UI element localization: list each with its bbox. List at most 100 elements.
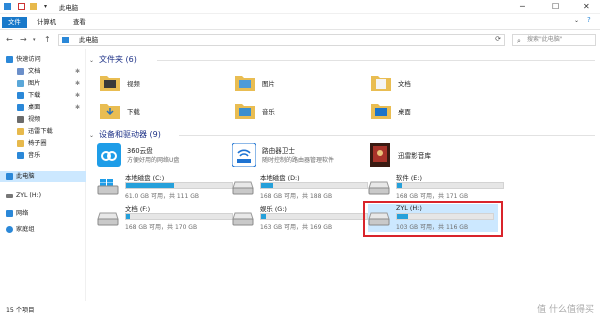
item-count: 15 个项目 — [6, 307, 35, 314]
chevron-down-icon[interactable]: ⌄ — [89, 57, 94, 64]
new-folder-icon[interactable] — [30, 3, 37, 10]
drive-usage-bar — [125, 213, 233, 220]
sidebar-item-music[interactable]: 音乐 — [0, 150, 86, 161]
sidebar-item-network[interactable]: 网络 — [0, 208, 86, 219]
documents-folder-icon — [371, 76, 391, 91]
drive-item-d[interactable]: 本地磁盘 (D:) 168 GB 可用，共 188 GB — [232, 173, 368, 201]
videos-folder-icon — [100, 76, 120, 91]
media-library-icon — [370, 143, 390, 167]
customize-toolbar-icon[interactable]: ▾ — [44, 3, 47, 10]
sidebar-item-label: 下载 — [28, 92, 41, 99]
maximize-button[interactable]: ☐ — [552, 2, 559, 11]
sidebar-item-homegroup[interactable]: 家庭组 — [0, 224, 86, 235]
forward-button[interactable]: → — [20, 35, 27, 44]
folder-item-desktop[interactable]: 桌面 — [370, 99, 500, 123]
section-divider — [179, 135, 595, 136]
drive-item-c[interactable]: 本地磁盘 (C:) 61.0 GB 可用，共 111 GB — [97, 173, 233, 201]
address-path[interactable]: 此电脑 — [79, 36, 98, 45]
drive-usage-fill — [261, 183, 273, 188]
device-item-360-cloud[interactable]: 360云盘 方便好用的网络U盘 — [97, 141, 237, 169]
folder-label: 视频 — [127, 80, 140, 88]
computer-icon — [6, 173, 13, 180]
device-item-router-guard[interactable]: 路由器卫士 随时控制的路由器管理软件 — [232, 141, 372, 169]
sidebar-item-downloads[interactable]: 下载 ✱ — [0, 90, 86, 101]
device-name: 360云盘 — [127, 147, 153, 155]
drive-name: 软件 (E:) — [396, 174, 422, 182]
pin-icon[interactable]: ✱ — [75, 66, 80, 77]
desktop-icon — [17, 104, 24, 111]
music-folder-icon — [235, 104, 255, 119]
devices-section-title[interactable]: 设备和驱动器 (9) — [99, 129, 161, 140]
section-divider — [157, 60, 595, 61]
pin-icon[interactable]: ✱ — [75, 102, 80, 113]
recent-dropdown-icon[interactable]: ▾ — [33, 37, 36, 43]
expand-ribbon-icon[interactable]: ⌄ — [574, 17, 579, 24]
chevron-down-icon[interactable]: ⌄ — [89, 132, 94, 139]
folder-label: 下载 — [127, 108, 140, 116]
drive-size: 168 GB 可用，共 171 GB — [396, 193, 469, 200]
video-icon — [17, 116, 24, 123]
sidebar-item-this-pc[interactable]: 此电脑 — [0, 171, 86, 182]
site-watermark: 值 什么值得买 — [537, 305, 594, 315]
drive-item-e[interactable]: 软件 (E:) 168 GB 可用，共 171 GB — [368, 173, 504, 201]
folder-icon — [17, 140, 24, 147]
refresh-button[interactable]: ⟳ — [495, 35, 501, 43]
folder-item-pictures[interactable]: 图片 — [234, 71, 364, 95]
sidebar-item-videos[interactable]: 视频 — [0, 114, 86, 125]
folder-item-music[interactable]: 音乐 — [234, 99, 364, 123]
sidebar-item-quick-access[interactable]: 快速访问 — [0, 54, 86, 65]
sidebar-item-zyl-drive[interactable]: ZYL (H:) — [0, 190, 86, 201]
drive-usage-bar — [260, 213, 368, 220]
drive-usage-bar — [125, 182, 233, 189]
navigation-pane: 快速访问 文档 ✱ 图片 ✱ 下载 ✱ 桌面 ✱ 视频 迅雷下载 椅子圈 音乐 … — [0, 49, 86, 301]
drive-icon — [232, 212, 254, 226]
drive-item-g[interactable]: 娱乐 (G:) 163 GB 可用，共 169 GB — [232, 204, 368, 232]
sidebar-item-pictures[interactable]: 图片 ✱ — [0, 78, 86, 89]
sidebar-item-xunlei-downloads[interactable]: 迅雷下载 — [0, 126, 86, 137]
up-button[interactable]: ↑ — [44, 35, 51, 44]
folder-item-downloads[interactable]: 下载 — [99, 99, 229, 123]
sidebar-item-label: ZYL (H:) — [16, 192, 41, 199]
back-button[interactable]: ← — [6, 35, 13, 44]
drive-usage-fill — [397, 183, 403, 188]
sidebar-item-label: 文档 — [28, 68, 41, 75]
pin-icon[interactable]: ✱ — [75, 78, 80, 89]
sidebar-item-label: 图片 — [28, 80, 41, 87]
help-icon[interactable]: ? — [587, 16, 591, 24]
downloads-folder-icon — [100, 104, 120, 119]
address-bar[interactable]: 此电脑 ⟳ — [58, 34, 505, 46]
drive-usage-fill — [126, 214, 131, 219]
device-description: 随时控制的路由器管理软件 — [262, 157, 335, 164]
usb-drive-icon — [6, 194, 13, 198]
picture-icon — [17, 80, 24, 87]
title-bar: ▾ 此电脑 ─ ☐ ✕ — [0, 0, 600, 14]
download-icon — [17, 92, 24, 99]
sidebar-item-label: 椅子圈 — [28, 140, 47, 147]
pin-icon[interactable]: ✱ — [75, 90, 80, 101]
music-icon — [17, 152, 24, 159]
desktop-folder-icon — [371, 104, 391, 119]
sidebar-item-chair-circle[interactable]: 椅子圈 — [0, 138, 86, 149]
tab-computer[interactable]: 计算机 — [32, 17, 61, 28]
close-button[interactable]: ✕ — [583, 2, 590, 11]
sidebar-item-label: 家庭组 — [16, 226, 35, 233]
sidebar-item-desktop[interactable]: 桌面 ✱ — [0, 102, 86, 113]
folder-item-documents[interactable]: 文档 — [370, 71, 500, 95]
tab-file[interactable]: 文件 — [2, 17, 27, 28]
minimize-button[interactable]: ─ — [520, 2, 525, 11]
windows-drive-icon — [97, 179, 119, 195]
document-icon — [17, 68, 24, 75]
sidebar-item-documents[interactable]: 文档 ✱ — [0, 66, 86, 77]
search-input[interactable]: ⌕ 搜索"此电脑" — [512, 34, 596, 46]
drive-usage-fill — [261, 214, 267, 219]
device-item-xunlei-media[interactable]: 迅雷影音库 — [368, 141, 508, 169]
properties-icon[interactable] — [18, 3, 25, 10]
tab-view[interactable]: 查看 — [68, 17, 91, 28]
router-icon — [232, 143, 256, 167]
folder-item-videos[interactable]: 视频 — [99, 71, 229, 95]
device-description: 方便好用的网络U盘 — [127, 157, 180, 164]
folder-label: 音乐 — [262, 108, 275, 116]
ribbon-tabs: 文件 计算机 查看 ⌄ ? — [0, 14, 600, 30]
folders-section-title[interactable]: 文件夹 (6) — [99, 54, 137, 65]
drive-item-f[interactable]: 文档 (F:) 168 GB 可用，共 170 GB — [97, 204, 233, 232]
